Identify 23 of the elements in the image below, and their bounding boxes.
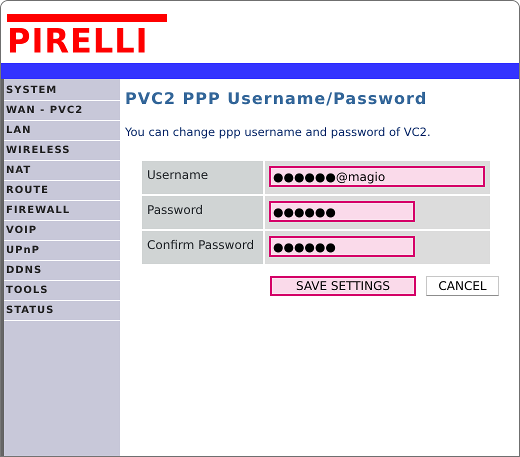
- input-field[interactable]: ●●●●●●@magio: [269, 166, 485, 188]
- sidebar-item[interactable]: STATUS: [4, 301, 120, 321]
- field-label: Username: [147, 168, 208, 182]
- page-title: PVC2 PPP Username/Password: [125, 89, 428, 108]
- save-button[interactable]: SAVE SETTINGS: [270, 276, 416, 296]
- sidebar-item[interactable]: NAT: [4, 161, 120, 181]
- sidebar-item[interactable]: WIRELESS: [4, 141, 120, 161]
- input-field[interactable]: ●●●●●●: [269, 236, 415, 258]
- sidebar-item[interactable]: TOOLS: [4, 281, 120, 301]
- input-field[interactable]: ●●●●●●: [269, 201, 415, 222]
- sidebar-item[interactable]: FIREWALL: [4, 201, 120, 221]
- sidebar-item[interactable]: UPnP: [4, 241, 120, 261]
- description: You can change ppp username and password of VC2.: [125, 124, 432, 142]
- sidebar-item[interactable]: DDNS: [4, 261, 120, 281]
- logo: PIRELLI: [7, 23, 150, 59]
- sidebar-item[interactable]: VOIP: [4, 221, 120, 241]
- field-label: Password: [147, 203, 204, 218]
- sidebar-item[interactable]: WAN - PVC2: [4, 101, 120, 121]
- sidebar-item[interactable]: LAN: [4, 121, 120, 141]
- field-label: Confirm Password: [147, 238, 254, 252]
- sidebar-item[interactable]: ROUTE: [4, 181, 120, 201]
- cancel-button[interactable]: CANCEL: [426, 276, 499, 296]
- sidebar-item[interactable]: SYSTEM: [4, 81, 120, 101]
